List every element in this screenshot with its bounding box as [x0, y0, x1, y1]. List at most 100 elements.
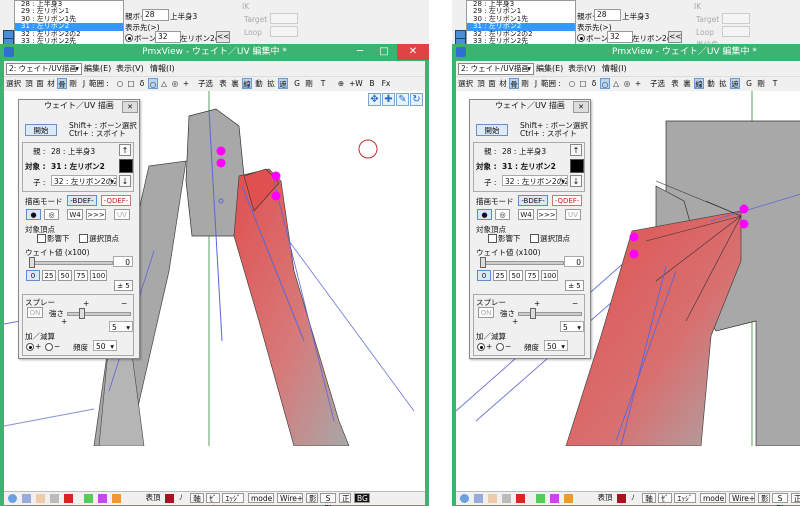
add-radio[interactable] — [477, 343, 485, 351]
tool-back[interactable]: 裏 — [682, 78, 692, 89]
strength-select[interactable]: 5 — [560, 321, 584, 332]
tool-child-select[interactable]: 子选 — [198, 78, 213, 89]
parent-bone-field[interactable]: 28 — [142, 9, 169, 21]
solid-brush-icon[interactable]: ● — [477, 209, 492, 220]
color-box-icon[interactable] — [617, 494, 626, 503]
frequency-select[interactable]: 50 — [544, 340, 568, 351]
sub-radio[interactable] — [496, 343, 504, 351]
tool-vertex[interactable]: 頂 — [476, 78, 486, 89]
menu-edit[interactable]: 編集(E) — [84, 63, 111, 74]
tool-t[interactable]: T — [770, 78, 780, 89]
tool-material[interactable]: 材 — [46, 78, 56, 89]
mode-select[interactable]: 2: ウェイト/UV描画 — [6, 63, 82, 75]
tool-rigid[interactable]: 剛 — [520, 78, 530, 89]
status-front-vertex[interactable]: 表頂 — [144, 493, 162, 503]
tool-bone[interactable]: 骨 — [509, 78, 519, 89]
preset-75[interactable]: 75 — [525, 270, 539, 281]
green-marker-icon[interactable] — [536, 494, 545, 503]
preset-0[interactable]: 0 — [477, 270, 491, 281]
status-wire[interactable]: Wire+ — [277, 493, 303, 503]
tool-select[interactable]: 選択 — [458, 78, 473, 89]
arrow-down-icon[interactable]: ↓ — [570, 175, 582, 187]
status-zero[interactable]: ｾﾞﾛ — [206, 493, 220, 506]
nav-back-button[interactable]: << — [668, 31, 682, 43]
cube-icon[interactable] — [474, 494, 483, 503]
red-marker-icon[interactable] — [516, 494, 525, 503]
tool-move[interactable]: 動 — [706, 78, 716, 89]
delta-icon[interactable]: δ — [137, 78, 147, 89]
child-select[interactable]: 32 : 左リボン2の2 — [502, 175, 568, 186]
color-box-icon[interactable] — [165, 494, 174, 503]
tool-front[interactable]: 表 — [218, 78, 228, 89]
status-mode[interactable]: mode — [700, 493, 726, 503]
selected-vertex-checkbox[interactable] — [79, 234, 88, 243]
vertex-selected[interactable] — [216, 158, 226, 168]
tool-back[interactable]: 裏 — [230, 78, 240, 89]
status-no[interactable]: ﾉ — [176, 493, 186, 503]
vertex-selected[interactable] — [739, 219, 749, 229]
status-shadow[interactable]: 影 — [758, 493, 770, 503]
strength-slider-thumb[interactable] — [530, 308, 536, 319]
globe-icon[interactable]: ⊕ — [336, 78, 346, 89]
parent-bone-field[interactable]: 28 — [594, 9, 621, 21]
sphere-icon[interactable] — [50, 494, 59, 503]
triangle-icon[interactable]: △ — [611, 78, 621, 89]
status-edge[interactable]: ｴｯｼﾞ — [222, 493, 244, 503]
tool-bone[interactable]: 骨 — [57, 78, 67, 89]
status-shadow[interactable]: 影 — [306, 493, 318, 503]
rotate-view-icon[interactable]: ↻ — [410, 93, 423, 106]
red-marker-icon[interactable] — [64, 494, 73, 503]
status-self-shadow[interactable]: S影 — [320, 493, 336, 506]
weight-field[interactable]: 0 — [113, 256, 133, 267]
preset-100[interactable]: 100 — [90, 270, 107, 281]
vertex-selected[interactable] — [739, 204, 749, 214]
uv-button[interactable]: UV — [114, 209, 130, 220]
add-radio[interactable] — [26, 343, 34, 351]
material-icon[interactable] — [36, 494, 45, 503]
tool-occlude[interactable]: 遮 — [278, 78, 288, 89]
tool-joint[interactable]: J — [531, 78, 541, 89]
preset-0[interactable]: 0 — [26, 270, 40, 281]
uv-button[interactable]: UV — [565, 209, 581, 220]
start-button[interactable]: 開始 — [476, 124, 508, 136]
shadow-checkbox[interactable] — [37, 234, 46, 243]
weight-slider-thumb[interactable] — [29, 257, 35, 268]
tool-g[interactable]: G — [292, 78, 302, 89]
status-front-vertex[interactable]: 表頂 — [596, 493, 614, 503]
bdef-button[interactable]: -BDEF- — [518, 195, 548, 206]
vertex-selected[interactable] — [271, 191, 281, 201]
tool-t[interactable]: T — [318, 78, 328, 89]
material-icon[interactable] — [488, 494, 497, 503]
bone-list[interactable]: 28 : 上半身3 29 : 左リボン1 30 : 左リボン1先 31 : 左リ… — [466, 0, 576, 48]
spray-on-button[interactable]: ON — [27, 307, 43, 318]
display-target-field[interactable]: 32 — [607, 31, 633, 43]
preset-100[interactable]: 100 — [541, 270, 558, 281]
magenta-marker-icon[interactable] — [550, 494, 559, 503]
arrow-up-icon[interactable]: ↑ — [570, 144, 582, 156]
green-marker-icon[interactable] — [84, 494, 93, 503]
square-icon[interactable]: □ — [126, 78, 136, 89]
status-ortho[interactable]: 正 — [791, 493, 800, 503]
preset-25[interactable]: 25 — [42, 270, 56, 281]
tool-line[interactable]: 線 — [242, 78, 252, 89]
bone-radio[interactable] — [125, 34, 133, 42]
menu-view[interactable]: 表示(V) — [568, 63, 596, 74]
arrow-up-icon[interactable]: ↑ — [119, 144, 131, 156]
next-button[interactable]: >>> — [537, 209, 557, 220]
strength-select[interactable]: 5 — [109, 321, 133, 332]
frequency-select[interactable]: 50 — [93, 340, 117, 351]
step-button[interactable]: ± 5 — [565, 280, 584, 291]
qdef-button[interactable]: -QDEF- — [101, 195, 131, 206]
target-icon[interactable]: ◎ — [170, 78, 180, 89]
shadow-checkbox[interactable] — [488, 234, 497, 243]
circle-icon[interactable]: ○ — [567, 78, 577, 89]
bone-list[interactable]: 28 : 上半身3 29 : 左リボン1 30 : 左リボン1先 31 : 左リ… — [14, 0, 124, 48]
w4-button[interactable]: W4 — [518, 209, 534, 220]
tool-fx[interactable]: Fx — [381, 78, 391, 89]
tool-line[interactable]: 線 — [694, 78, 704, 89]
tool-rigid-view[interactable]: 剛 — [304, 78, 314, 89]
bdef-button[interactable]: -BDEF- — [67, 195, 97, 206]
tool-front[interactable]: 表 — [670, 78, 680, 89]
next-button[interactable]: >>> — [86, 209, 106, 220]
mode-select[interactable]: 2: ウェイト/UV描画 — [458, 63, 534, 75]
